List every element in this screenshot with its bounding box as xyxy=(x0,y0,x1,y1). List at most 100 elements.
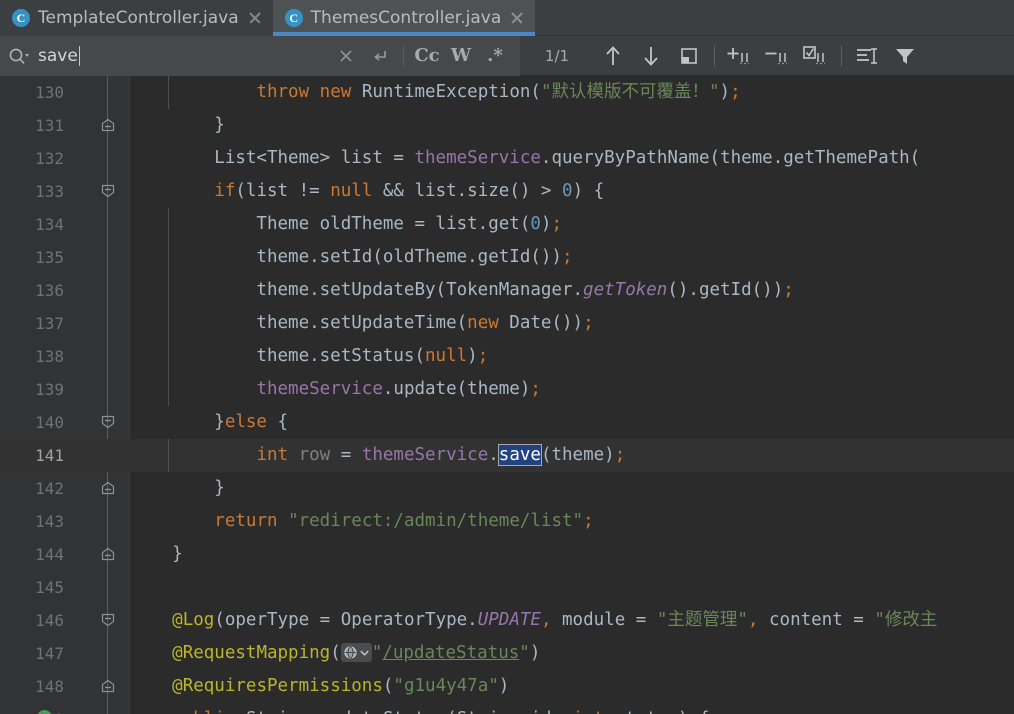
code-line[interactable]: 142 } xyxy=(0,472,1014,505)
code-token: 0 xyxy=(562,181,573,201)
arrow-down-icon[interactable] xyxy=(632,40,670,72)
search-history-icon[interactable] xyxy=(363,41,397,71)
remove-selection-icon[interactable] xyxy=(759,40,797,72)
search-dropdown-icon[interactable] xyxy=(6,45,32,67)
code-line-text: public String updateStatus(String id, in… xyxy=(130,703,709,714)
whole-words-toggle[interactable]: W xyxy=(444,41,478,71)
code-token: && list.size() > xyxy=(372,181,563,201)
fold-collapse-icon[interactable] xyxy=(100,183,116,199)
code-token: public xyxy=(172,709,235,714)
select-all-occurrences-icon[interactable] xyxy=(670,40,708,72)
code-line[interactable]: 140 }else { xyxy=(0,406,1014,439)
code-token: , xyxy=(551,709,562,714)
clear-search-icon[interactable] xyxy=(329,41,363,71)
code-line[interactable]: 148 @RequiresPermissions("g1u4y47a") xyxy=(0,670,1014,703)
select-all-multi-icon[interactable] xyxy=(797,40,835,72)
code-line[interactable]: 146 @Log(operType = OperatorType.UPDATE,… xyxy=(0,604,1014,637)
code-token: "修改主 xyxy=(874,610,938,630)
code-line[interactable]: 133 if(list != null && list.size() > 0) … xyxy=(0,175,1014,208)
code-token: else xyxy=(224,412,267,432)
code-line[interactable]: 134 Theme oldTheme = list.get(0); xyxy=(0,208,1014,241)
code-line-text: themeService.update(theme); xyxy=(130,373,541,406)
code-line[interactable]: 137 theme.setUpdateTime(new Date()); xyxy=(0,307,1014,340)
search-field-container[interactable]: save Cc W .* xyxy=(0,35,520,76)
code-token: ; xyxy=(530,379,541,399)
code-line-text: theme.setUpdateBy(TokenManager.getToken(… xyxy=(130,274,793,307)
fold-end-icon[interactable] xyxy=(100,117,116,133)
code-line[interactable]: 147 @RequestMapping("/updateStatus") xyxy=(0,637,1014,670)
code-token: (theme) xyxy=(540,445,615,465)
fold-end-icon[interactable] xyxy=(100,678,116,694)
code-token: RuntimeException( xyxy=(351,82,541,102)
code-token: ; xyxy=(561,247,573,267)
line-number: 135 xyxy=(35,248,64,267)
code-token: " xyxy=(519,643,530,663)
code-token: "g1u4y47a" xyxy=(393,676,499,696)
tab-template-controller[interactable]: C TemplateController.java xyxy=(0,0,273,36)
code-line[interactable]: 143 return "redirect:/admin/theme/list"; xyxy=(0,505,1014,538)
code-token: ) xyxy=(467,346,478,366)
code-line[interactable]: 136 theme.setUpdateBy(TokenManager.getTo… xyxy=(0,274,1014,307)
code-line[interactable]: 141 int row = themeService.save(theme); xyxy=(0,439,1014,472)
code-line[interactable]: 131 } xyxy=(0,109,1014,142)
filter-icon[interactable] xyxy=(886,40,924,72)
code-token: @RequiresPermissions xyxy=(172,676,383,696)
code-line[interactable]: 132 List<Theme> list = themeService.quer… xyxy=(0,142,1014,175)
open-in-find-window-icon[interactable] xyxy=(848,40,886,72)
code-token: getToken xyxy=(583,280,668,300)
run-method-icon[interactable] xyxy=(36,709,53,714)
close-icon[interactable] xyxy=(509,10,525,26)
add-selection-icon[interactable] xyxy=(721,40,759,72)
search-input[interactable]: save xyxy=(32,36,329,76)
code-token: Date()) xyxy=(498,313,584,333)
code-line[interactable]: 139 themeService.update(theme); xyxy=(0,373,1014,406)
code-token: ; xyxy=(583,313,594,333)
fold-end-icon[interactable] xyxy=(100,546,116,562)
fold-end-icon[interactable] xyxy=(100,480,116,496)
close-icon[interactable] xyxy=(247,10,263,26)
code-line-text: @Log(operType = OperatorType.UPDATE, mod… xyxy=(130,604,937,637)
tab-themes-controller[interactable]: C ThemesController.java xyxy=(272,0,536,36)
line-number: 142 xyxy=(35,479,64,498)
line-number: 149 xyxy=(0,703,64,714)
regex-toggle[interactable]: .* xyxy=(478,41,512,71)
code-lines[interactable]: 130 throw new RuntimeException("默认模版不可覆盖… xyxy=(0,76,1014,714)
web-mapping-icon[interactable] xyxy=(340,642,372,662)
fold-collapse-icon[interactable] xyxy=(100,612,116,628)
arrow-up-icon[interactable] xyxy=(594,40,632,72)
match-case-toggle[interactable]: Cc xyxy=(410,41,444,71)
java-class-icon: C xyxy=(284,9,303,27)
code-token: . xyxy=(488,445,499,465)
code-line[interactable]: 145 xyxy=(0,571,1014,604)
selected-match: save xyxy=(497,444,542,466)
code-line-text: theme.setStatus(null); xyxy=(130,340,488,373)
code-token: ; xyxy=(583,511,594,531)
code-token: .queryByPathName(theme.getThemePath( xyxy=(540,148,921,168)
line-number: 138 xyxy=(35,347,64,366)
code-token: "默认模版不可覆盖！" xyxy=(540,82,720,102)
java-class-icon: C xyxy=(12,9,30,27)
search-input-value: save xyxy=(38,45,78,66)
code-line[interactable]: 144 } xyxy=(0,538,1014,571)
code-token: ) { xyxy=(572,181,605,201)
tab-label: ThemesController.java xyxy=(310,8,502,28)
code-line-text: List<Theme> list = themeService.queryByP… xyxy=(130,142,920,175)
code-line[interactable]: 138 theme.setStatus(null); xyxy=(0,340,1014,373)
line-number: 144 xyxy=(35,545,64,564)
code-token: } xyxy=(130,478,225,498)
code-token: , xyxy=(747,610,759,630)
code-editor[interactable]: 130 throw new RuntimeException("默认模版不可覆盖… xyxy=(0,76,1014,714)
code-line[interactable]: 130 throw new RuntimeException("默认模版不可覆盖… xyxy=(0,76,1014,109)
fold-collapse-icon[interactable] xyxy=(100,414,116,430)
code-line-text: if(list != null && list.size() > 0) { xyxy=(130,175,604,208)
code-line[interactable]: 149 public String updateStatus(String id… xyxy=(0,703,1014,714)
code-token: row xyxy=(298,445,331,465)
code-line[interactable]: 135 theme.setId(oldTheme.getId()); xyxy=(0,241,1014,274)
